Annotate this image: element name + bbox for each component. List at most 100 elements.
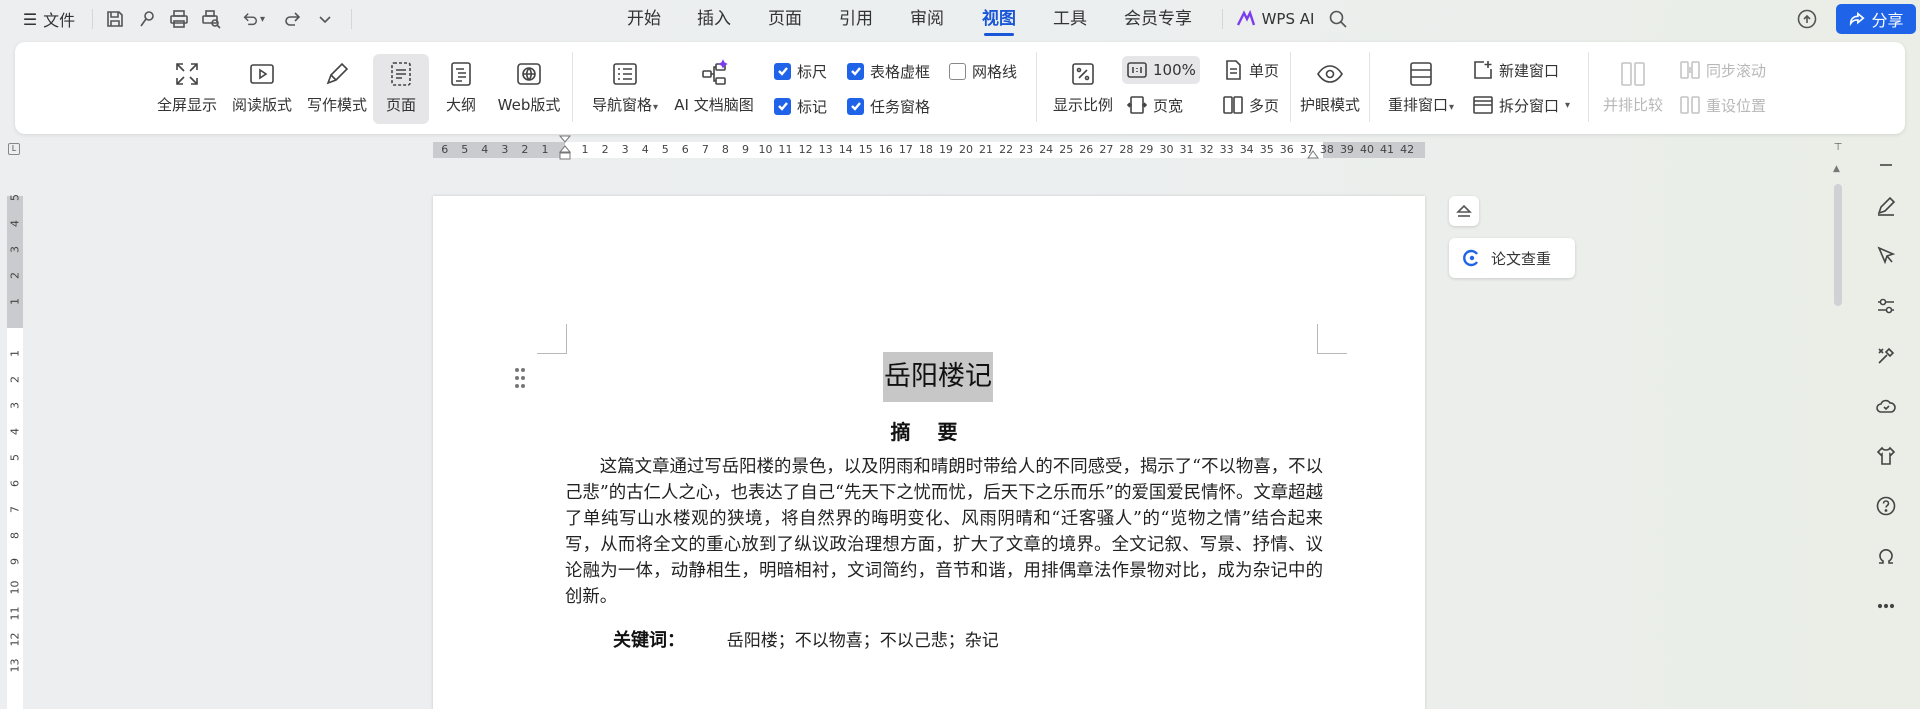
tab-references[interactable]: 引用 <box>828 0 884 38</box>
undo-button[interactable]: ▾ <box>236 0 270 38</box>
undo-icon <box>243 13 257 26</box>
single-page-icon <box>1226 60 1241 80</box>
tools-icon[interactable] <box>1871 341 1901 371</box>
split-window-label: 拆分窗口 <box>1499 96 1560 115</box>
ruler-number: 25 <box>1059 143 1074 156</box>
share-button[interactable]: 分享 <box>1836 4 1916 34</box>
document-page[interactable]: 岳阳楼记 摘 要 这篇文章通过写岳阳楼的景色，以及阴雨和晴朗时带给人的不同感受，… <box>433 196 1425 709</box>
ruler-number: 20 <box>959 143 973 156</box>
keywords-line[interactable]: 关键词： 岳阳楼；不以物喜；不以己悲；杂记 <box>613 626 999 652</box>
web-layout-button[interactable]: Web版式 <box>492 54 566 124</box>
ai-mindmap-button[interactable]: AI 文档脑图 <box>670 54 758 124</box>
tab-view[interactable]: 视图 <box>971 0 1027 38</box>
right-indent-marker-icon[interactable] <box>1307 150 1319 160</box>
collapse-button[interactable] <box>1449 196 1479 226</box>
keywords-value: 岳阳楼；不以物喜；不以己悲；杂记 <box>726 631 999 651</box>
ruler-number: 31 <box>1179 143 1194 156</box>
new-window-button[interactable]: 新建窗口 <box>1468 56 1563 84</box>
tab-home[interactable]: 开始 <box>616 0 672 38</box>
tab-review[interactable]: 审阅 <box>899 0 955 38</box>
cloud-doc-icon[interactable] <box>1871 391 1901 421</box>
page-view-button[interactable]: 页面 <box>373 54 429 124</box>
horizontal-ruler[interactable]: 6 5 4 3 2 1 1 2 3 4 5 6 7 8 9 10 11 12 13 14 15 16 17 18 19 20 21 2… <box>433 135 1425 160</box>
cloud-upload-icon[interactable] <box>1794 0 1820 38</box>
redo-icon[interactable] <box>280 0 306 38</box>
ruler-number: 14 <box>838 143 853 156</box>
split-window-button[interactable]: 拆分窗口 ▾ <box>1468 91 1574 119</box>
task-pane-checkbox[interactable]: 任务窗格 <box>847 93 930 119</box>
eye-protection-button[interactable]: 护眼模式 <box>1292 54 1368 124</box>
document-title[interactable]: 岳阳楼记 <box>883 352 993 402</box>
ruler-number: 2 <box>601 143 609 156</box>
drag-handle-icon[interactable] <box>513 366 527 390</box>
format-painter-icon[interactable] <box>134 0 160 38</box>
collapse-rail-icon[interactable] <box>1871 150 1901 180</box>
outline-view-button[interactable]: 大纲 <box>433 54 489 124</box>
ruler-corner-icon[interactable]: L <box>8 143 20 155</box>
scroll-up-icon[interactable]: ▲ <box>1833 164 1840 174</box>
tab-tools[interactable]: 工具 <box>1042 0 1098 38</box>
omega-symbol-icon[interactable] <box>1871 541 1901 571</box>
shirt-skin-icon[interactable] <box>1871 441 1901 471</box>
arrange-windows-button[interactable]: 重排窗口▾ <box>1383 54 1459 124</box>
cursor-select-icon[interactable] <box>1871 241 1901 271</box>
wps-ai-label: WPS AI <box>1261 10 1315 28</box>
side-by-side-button[interactable]: 并排比较 <box>1600 54 1666 124</box>
tab-page[interactable]: 页面 <box>757 0 813 38</box>
zoom-button[interactable]: 显示比例 <box>1050 54 1116 124</box>
sync-scroll-button[interactable]: 同步滚动 <box>1675 56 1770 84</box>
save-icon[interactable] <box>102 0 128 38</box>
sliders-icon[interactable] <box>1871 291 1901 321</box>
vertical-ruler[interactable]: 5 4 3 2 1 1 2 3 4 5 6 7 8 9 10 11 12 13 <box>7 194 23 709</box>
chevron-down-icon: ▾ <box>1448 102 1455 113</box>
paper-check-button[interactable]: 论文查重 <box>1449 238 1575 278</box>
pen-icon[interactable] <box>1871 191 1901 221</box>
sync-scroll-icon <box>1680 61 1700 79</box>
ruler-number: 8 <box>8 532 22 539</box>
tab-insert[interactable]: 插入 <box>686 0 742 38</box>
eject-icon <box>1456 204 1472 217</box>
print-preview-icon[interactable] <box>198 0 224 38</box>
ruler-number: 35 <box>1259 143 1274 156</box>
single-page-label: 单页 <box>1249 61 1280 80</box>
indent-marker-icon[interactable] <box>558 134 572 166</box>
fullscreen-button[interactable]: 全屏显示 <box>152 54 222 124</box>
print-icon[interactable] <box>166 0 192 38</box>
vertical-scrollbar-thumb[interactable] <box>1834 184 1842 306</box>
ruler-number: 1 <box>581 143 589 156</box>
single-page-button[interactable]: 单页 <box>1218 56 1283 84</box>
reset-position-button[interactable]: 重设位置 <box>1675 91 1770 119</box>
wps-ai-button[interactable]: WPS AI <box>1234 0 1316 38</box>
marks-checkbox[interactable]: 标记 <box>774 93 827 119</box>
more-icon[interactable] <box>1871 591 1901 621</box>
ruler-number: 5 <box>461 143 469 156</box>
tab-member[interactable]: 会员专享 <box>1113 0 1203 38</box>
abstract-heading[interactable]: 摘 要 <box>433 416 1425 445</box>
zoom-label: 显示比例 <box>1052 96 1113 114</box>
reading-layout-button[interactable]: 阅读版式 <box>227 54 297 124</box>
ruler-number: 4 <box>641 143 649 156</box>
multi-page-button[interactable]: 多页 <box>1218 91 1283 119</box>
writing-mode-button[interactable]: 写作模式 <box>302 54 372 124</box>
abstract-paragraph[interactable]: 这篇文章通过写岳阳楼的景色，以及阴雨和晴朗时带给人的不同感受，揭示了“不以物喜，… <box>565 454 1323 610</box>
search-icon[interactable] <box>1325 0 1351 38</box>
top-menu-bar: ☰ 文件 ▾ 开始 插入 页面 引用 审阅 视图 工具 会员专享 WPS AI <box>0 0 1920 38</box>
ruler-number: 13 <box>818 143 833 156</box>
gridlines-checkbox[interactable]: 网格线 <box>949 58 1017 84</box>
more-quick-actions-icon[interactable] <box>312 0 338 38</box>
zoom-100-button[interactable]: 100% <box>1122 56 1200 84</box>
nav-pane-button[interactable]: 导航窗格▾ <box>587 54 663 124</box>
ruler-number: 42 <box>1400 143 1415 156</box>
file-menu-label: 文件 <box>43 11 76 30</box>
ruler-checkbox[interactable]: 标尺 <box>774 58 827 84</box>
pen-icon <box>326 62 349 85</box>
table-gridline-checkbox[interactable]: 表格虚框 <box>847 58 930 84</box>
paper-check-label: 论文查重 <box>1491 249 1552 268</box>
file-menu-button[interactable]: ☰ 文件 <box>16 0 82 38</box>
outline-icon <box>451 62 471 86</box>
chevron-down-icon: ▾ <box>652 102 659 113</box>
help-icon[interactable] <box>1871 491 1901 521</box>
page-width-button[interactable]: 页宽 <box>1122 91 1187 119</box>
side-by-side-icon <box>1621 62 1645 86</box>
ruler-toggle-icon[interactable]: ⊤ <box>1832 142 1844 156</box>
